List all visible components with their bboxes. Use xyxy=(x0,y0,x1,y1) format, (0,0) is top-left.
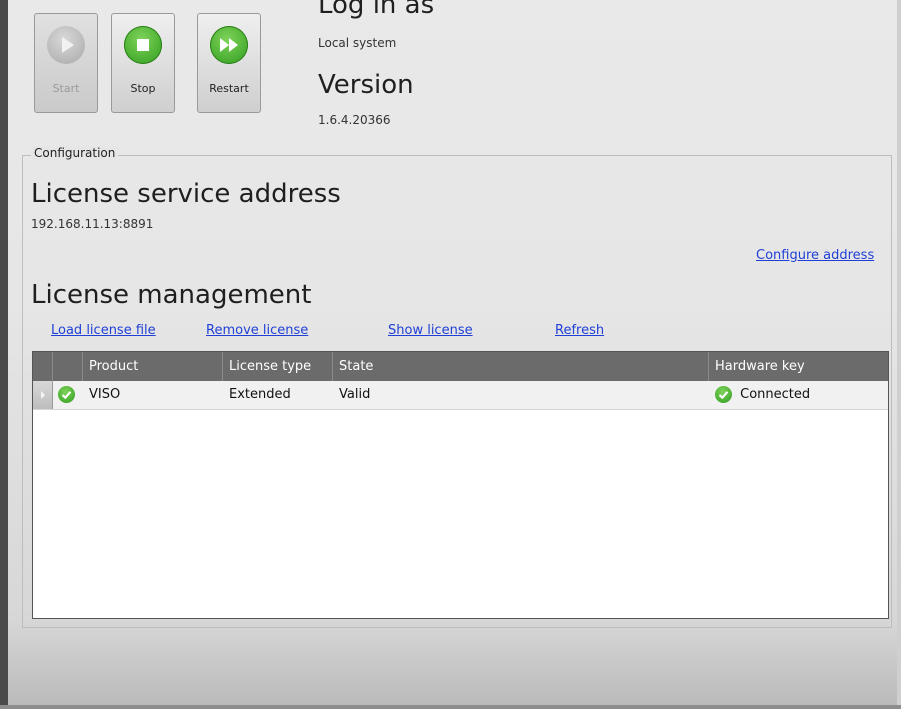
login-value: Local system xyxy=(318,36,397,50)
hardware-key-status-text: Connected xyxy=(740,387,811,402)
column-header-license-type[interactable]: License type xyxy=(223,352,333,381)
refresh-link[interactable]: Refresh xyxy=(555,323,604,338)
license-management-heading: License management xyxy=(31,280,312,310)
stop-button[interactable]: Stop xyxy=(111,13,175,113)
cell-state: Valid xyxy=(339,387,371,402)
row-expand-handle[interactable] xyxy=(33,381,53,409)
license-service-address-heading: License service address xyxy=(31,179,341,209)
configuration-group-label: Configuration xyxy=(31,146,119,160)
license-table-header: Product License type State Hardware key xyxy=(33,352,888,381)
window-right-border xyxy=(897,0,901,709)
column-header-product[interactable]: Product xyxy=(83,352,223,381)
stop-button-label: Stop xyxy=(130,82,156,95)
cell-hardware-key: Connected xyxy=(709,381,888,409)
load-license-file-link[interactable]: Load license file xyxy=(51,323,156,338)
play-icon xyxy=(47,26,85,64)
restart-button-label: Restart xyxy=(209,82,249,95)
restart-button[interactable]: Restart xyxy=(197,13,261,113)
window-left-border xyxy=(0,0,8,709)
header-indicator-cell xyxy=(33,352,53,381)
show-license-link[interactable]: Show license xyxy=(388,323,473,338)
license-service-panel: Start Stop Restart Log in as Local syste… xyxy=(8,0,901,709)
column-header-state[interactable]: State xyxy=(333,352,709,381)
header-status-cell xyxy=(53,352,83,381)
start-button-label: Start xyxy=(52,82,80,95)
row-status-cell xyxy=(53,381,83,409)
check-circle-icon xyxy=(58,386,75,403)
stop-icon xyxy=(124,26,162,64)
window-bottom-border xyxy=(0,705,901,709)
configure-address-link[interactable]: Configure address xyxy=(756,248,874,263)
cell-product: VISO xyxy=(89,387,121,402)
cell-license-type: Extended xyxy=(229,387,291,402)
column-header-hardware-key[interactable]: Hardware key xyxy=(709,352,888,381)
license-table[interactable]: Product License type State Hardware key … xyxy=(32,351,889,619)
version-value: 1.6.4.20366 xyxy=(318,113,391,127)
start-button[interactable]: Start xyxy=(34,13,98,113)
login-heading: Log in as xyxy=(318,0,435,20)
remove-license-link[interactable]: Remove license xyxy=(206,323,308,338)
table-row[interactable]: VISO Extended Valid Connected xyxy=(33,381,888,410)
check-circle-icon xyxy=(715,386,732,403)
license-service-address-value: 192.168.11.13:8891 xyxy=(31,217,154,231)
fast-forward-icon xyxy=(210,26,248,64)
version-heading: Version xyxy=(318,70,414,100)
